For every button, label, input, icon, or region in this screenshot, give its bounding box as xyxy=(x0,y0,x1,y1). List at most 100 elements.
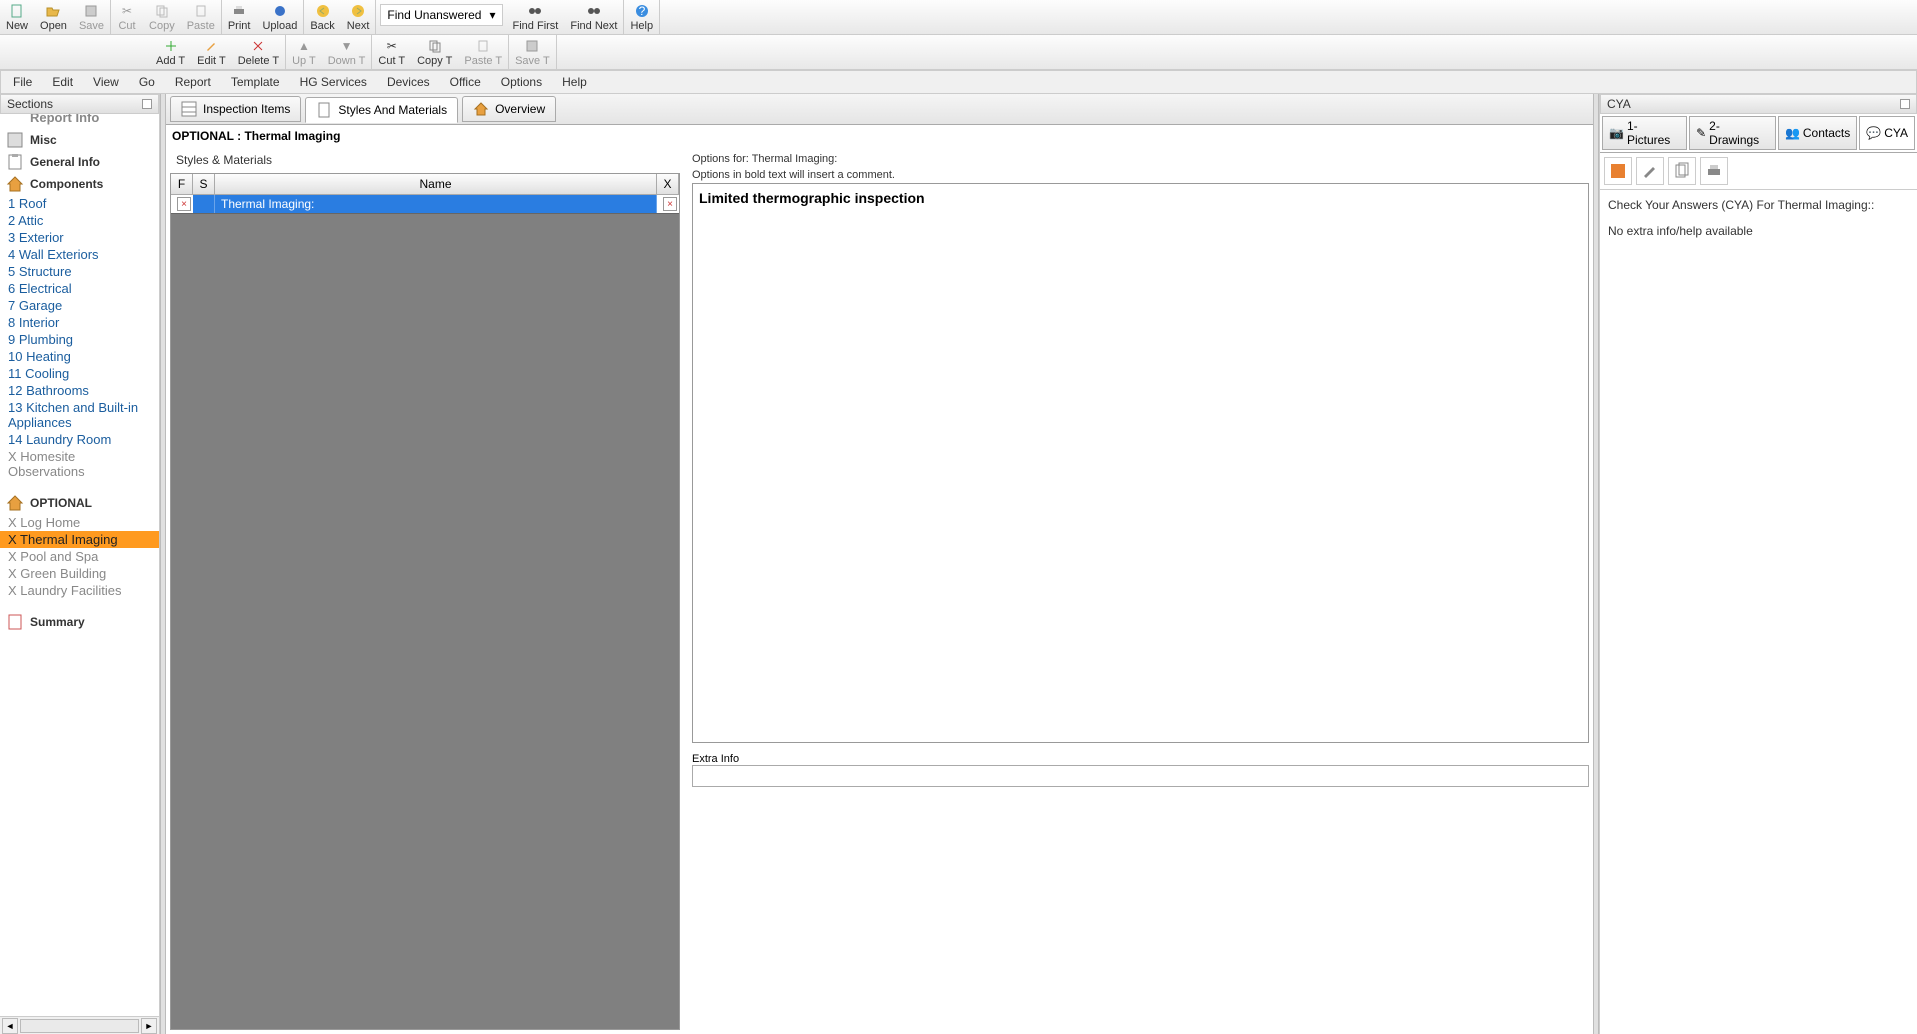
comp-laundry-room[interactable]: 14 Laundry Room xyxy=(0,431,159,448)
opt-pool-spa[interactable]: X Pool and Spa xyxy=(0,548,159,565)
col-name[interactable]: Name xyxy=(215,174,657,194)
back-button[interactable]: Back xyxy=(304,0,340,34)
menu-help[interactable]: Help xyxy=(554,73,595,91)
tab-inspection-items[interactable]: Inspection Items xyxy=(170,96,301,122)
edit-t-button[interactable]: Edit T xyxy=(191,35,232,69)
panel-toggle-icon[interactable] xyxy=(142,99,152,109)
help-icon: ? xyxy=(635,3,649,19)
cya-tab-contacts[interactable]: 👥Contacts xyxy=(1778,116,1857,150)
section-summary[interactable]: Summary xyxy=(0,611,159,633)
section-optional[interactable]: OPTIONAL xyxy=(0,492,159,514)
styles-table-header: F S Name X xyxy=(171,174,679,195)
grid-icon xyxy=(181,101,197,117)
comp-bathrooms[interactable]: 12 Bathrooms xyxy=(0,382,159,399)
arrow-left-icon xyxy=(316,3,330,19)
cut-button[interactable]: ✂Cut xyxy=(111,0,143,34)
comp-heating[interactable]: 10 Heating xyxy=(0,348,159,365)
menu-report[interactable]: Report xyxy=(167,73,219,91)
tab-styles-materials[interactable]: Styles And Materials xyxy=(305,97,458,123)
cut-t-button[interactable]: ✂Cut T xyxy=(372,35,411,69)
extra-info-input[interactable] xyxy=(692,765,1589,787)
find-first-button[interactable]: Find First xyxy=(507,0,565,34)
save-t-button[interactable]: Save T xyxy=(509,35,556,69)
comp-garage[interactable]: 7 Garage xyxy=(0,297,159,314)
scissors-icon: ✂ xyxy=(122,3,132,19)
menu-file[interactable]: File xyxy=(5,73,40,91)
help-button[interactable]: ?Help xyxy=(624,0,659,34)
col-s[interactable]: S xyxy=(193,174,215,194)
section-misc[interactable]: Misc xyxy=(0,129,159,151)
comp-attic[interactable]: 2 Attic xyxy=(0,212,159,229)
delete-t-button[interactable]: Delete T xyxy=(232,35,285,69)
options-header-1: Options for: Thermal Imaging: xyxy=(692,151,1589,167)
add-t-button[interactable]: Add T xyxy=(150,35,191,69)
comp-cooling[interactable]: 11 Cooling xyxy=(0,365,159,382)
cya-tab-cya[interactable]: 💬CYA xyxy=(1859,116,1915,150)
comp-exterior[interactable]: 3 Exterior xyxy=(0,229,159,246)
copy-t-button[interactable]: Copy T xyxy=(411,35,458,69)
opt-laundry-facilities[interactable]: X Laundry Facilities xyxy=(0,582,159,599)
paste-t-button[interactable]: Paste T xyxy=(458,35,508,69)
col-f[interactable]: F xyxy=(171,174,193,194)
up-t-button[interactable]: ▲Up T xyxy=(286,35,322,69)
section-components[interactable]: Components xyxy=(0,173,159,195)
option-limited-thermo[interactable]: Limited thermographic inspection xyxy=(699,190,1582,206)
home-icon xyxy=(6,494,24,512)
cya-tab-pictures[interactable]: 📷1-Pictures xyxy=(1602,116,1687,150)
new-button[interactable]: New xyxy=(0,0,34,34)
comp-electrical[interactable]: 6 Electrical xyxy=(0,280,159,297)
sections-panel: Sections Report Info Misc General Info C… xyxy=(0,94,160,1034)
save-button[interactable]: Save xyxy=(73,0,110,34)
main-tabs: Inspection Items Styles And Materials Ov… xyxy=(166,94,1593,125)
copy-button[interactable]: Copy xyxy=(143,0,181,34)
open-button[interactable]: Open xyxy=(34,0,73,34)
cya-btn-copy[interactable] xyxy=(1668,157,1696,185)
upload-button[interactable]: Upload xyxy=(256,0,303,34)
cya-header: CYA xyxy=(1600,94,1917,114)
cya-btn-print[interactable] xyxy=(1700,157,1728,185)
row-f-delete-icon[interactable]: × xyxy=(177,197,191,211)
panel-toggle-icon[interactable] xyxy=(1900,99,1910,109)
main-toolbar-2: Add T Edit T Delete T ▲Up T ▼Down T ✂Cut… xyxy=(0,35,1917,70)
opt-log-home[interactable]: X Log Home xyxy=(0,514,159,531)
camera-icon: 📷 xyxy=(1609,126,1624,140)
comp-structure[interactable]: 5 Structure xyxy=(0,263,159,280)
clipboard-icon xyxy=(476,38,490,54)
find-combo[interactable]: Find Unanswered▾ xyxy=(380,4,502,26)
opt-green-building[interactable]: X Green Building xyxy=(0,565,159,582)
cya-tab-drawings[interactable]: ✎2-Drawings xyxy=(1689,116,1776,150)
next-button[interactable]: Next xyxy=(341,0,376,34)
comp-roof[interactable]: 1 Roof xyxy=(0,195,159,212)
tab-overview[interactable]: Overview xyxy=(462,96,556,122)
menu-template[interactable]: Template xyxy=(223,73,288,91)
print-button[interactable]: Print xyxy=(222,0,257,34)
comp-plumbing[interactable]: 9 Plumbing xyxy=(0,331,159,348)
menu-options[interactable]: Options xyxy=(493,73,550,91)
hscrollbar[interactable]: ◄► xyxy=(0,1016,159,1034)
section-general-info[interactable]: General Info xyxy=(0,151,159,173)
col-x[interactable]: X xyxy=(657,174,679,194)
menu-view[interactable]: View xyxy=(85,73,127,91)
opt-thermal-imaging[interactable]: X Thermal Imaging xyxy=(0,531,159,548)
content-subtitle: Styles & Materials xyxy=(170,151,680,173)
section-report-info[interactable]: Report Info xyxy=(0,114,159,129)
menu-hg-services[interactable]: HG Services xyxy=(292,73,375,91)
cya-btn-edit[interactable] xyxy=(1636,157,1664,185)
find-next-button[interactable]: Find Next xyxy=(564,0,623,34)
down-t-button[interactable]: ▼Down T xyxy=(322,35,372,69)
comp-homesite[interactable]: X Homesite Observations xyxy=(0,448,159,480)
menu-edit[interactable]: Edit xyxy=(44,73,81,91)
paste-button[interactable]: Paste xyxy=(181,0,221,34)
menu-office[interactable]: Office xyxy=(442,73,489,91)
comp-kitchen[interactable]: 13 Kitchen and Built-in Appliances xyxy=(0,399,159,431)
row-x-delete-icon[interactable]: × xyxy=(663,197,677,211)
style-row-thermal[interactable]: × Thermal Imaging: × xyxy=(171,195,679,214)
cya-btn-1[interactable] xyxy=(1604,157,1632,185)
menu-devices[interactable]: Devices xyxy=(379,73,438,91)
disk-icon xyxy=(84,3,98,19)
comp-interior[interactable]: 8 Interior xyxy=(0,314,159,331)
content-title: OPTIONAL : Thermal Imaging xyxy=(166,125,1593,147)
menu-go[interactable]: Go xyxy=(131,73,163,91)
binoculars-icon xyxy=(528,3,542,19)
comp-wall-exteriors[interactable]: 4 Wall Exteriors xyxy=(0,246,159,263)
